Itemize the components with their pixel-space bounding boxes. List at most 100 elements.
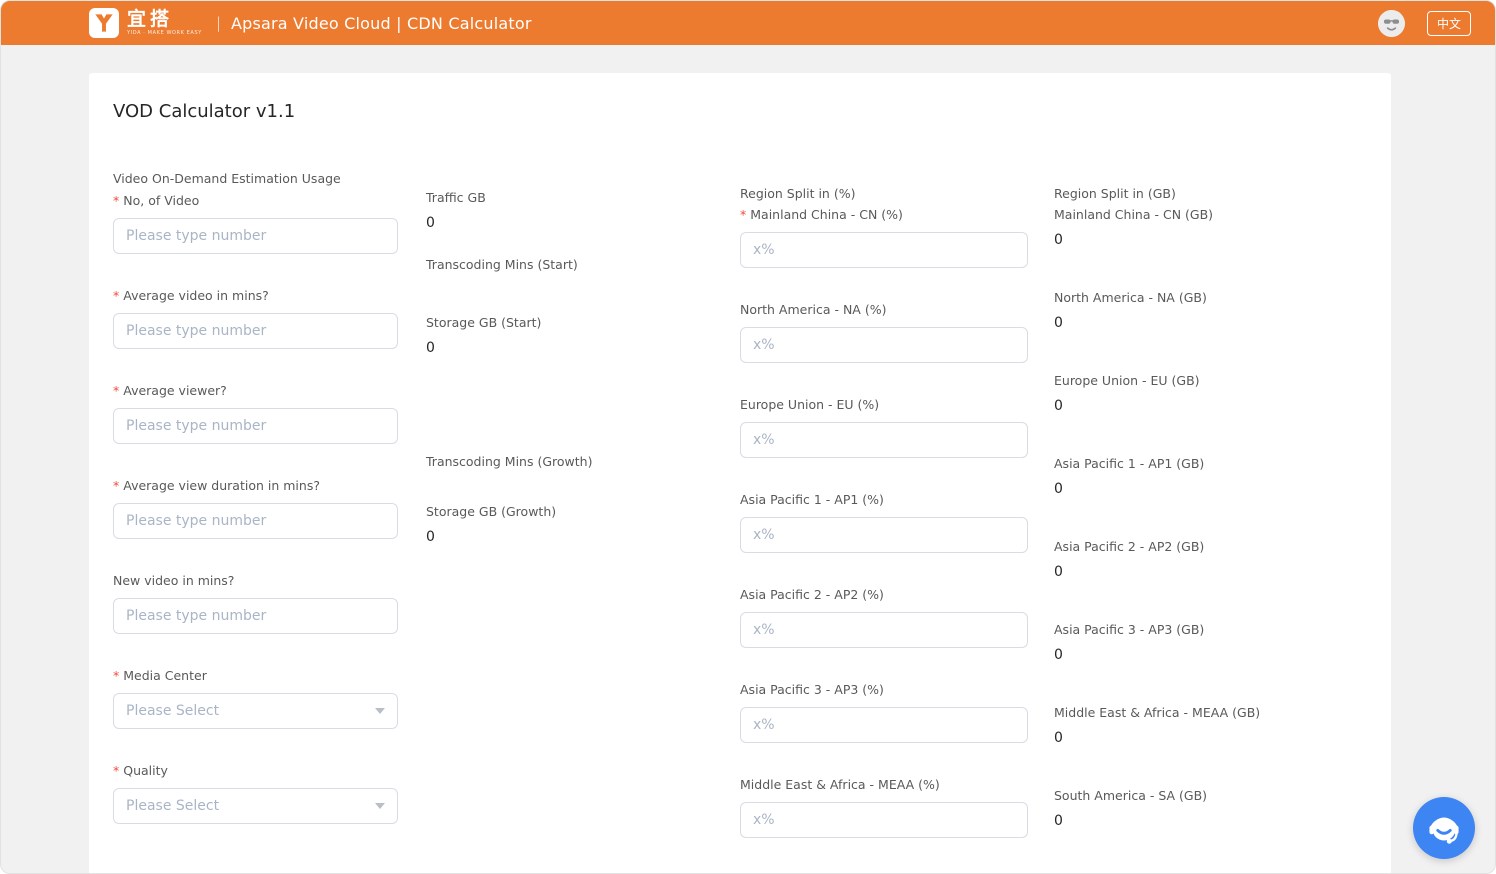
field-label: Asia Pacific 1 - AP1 (%) bbox=[740, 492, 884, 507]
region-pct-field: Middle East & Africa - MEAA (%) bbox=[740, 777, 1054, 838]
region-gb-field: Europe Union - EU (GB) 0 bbox=[1054, 373, 1367, 415]
page-body: VOD Calculator v1.1 Video On-Demand Esti… bbox=[1, 45, 1495, 873]
number-input[interactable] bbox=[113, 598, 398, 634]
user-avatar[interactable] bbox=[1377, 9, 1405, 37]
number-input[interactable] bbox=[113, 503, 398, 539]
field-label-row: North America - NA (%) bbox=[740, 302, 1054, 318]
percent-input[interactable] bbox=[740, 327, 1028, 363]
computed-label: Traffic GB bbox=[426, 190, 486, 205]
field-label: Media Center bbox=[123, 668, 207, 683]
field-label-row: Middle East & Africa - MEAA (%) bbox=[740, 777, 1054, 793]
select-dropdown[interactable]: Please Select bbox=[113, 788, 398, 824]
language-toggle-button[interactable]: 中文 bbox=[1426, 10, 1471, 36]
field-label: New video in mins? bbox=[113, 573, 235, 588]
header-right: 中文 bbox=[1377, 9, 1471, 37]
field-label: Asia Pacific 2 - AP2 (GB) bbox=[1054, 539, 1205, 554]
computed-field: Storage GB (Growth) 0 bbox=[426, 504, 740, 546]
field-label-row: * Average view duration in mins? bbox=[113, 478, 426, 494]
region-gb-header: Region Split in (GB) bbox=[1054, 186, 1176, 201]
number-input[interactable] bbox=[113, 313, 398, 349]
header-separator: | bbox=[215, 14, 221, 32]
customer-service-button[interactable] bbox=[1413, 797, 1475, 859]
field-label: South America - SA (GB) bbox=[1054, 788, 1208, 803]
yida-logo-icon[interactable] bbox=[89, 8, 119, 38]
required-asterisk: * bbox=[113, 763, 120, 778]
region-pct-field: Europe Union - EU (%) bbox=[740, 397, 1054, 458]
computed-value: 0 bbox=[1054, 564, 1063, 580]
computed-field: Traffic GB 0 bbox=[426, 190, 740, 232]
field-label-row: Europe Union - EU (%) bbox=[740, 397, 1054, 413]
form-field: * Quality Please Select bbox=[113, 763, 426, 824]
field-label-row: * No, of Video bbox=[113, 193, 426, 209]
computed-value: 0 bbox=[1054, 481, 1063, 497]
field-label-row: Asia Pacific 2 - AP2 (%) bbox=[740, 587, 1054, 603]
field-label: Asia Pacific 3 - AP3 (%) bbox=[740, 682, 884, 697]
field-label: Asia Pacific 2 - AP2 (%) bbox=[740, 587, 884, 602]
computed-value: 0 bbox=[1054, 647, 1063, 663]
number-input[interactable] bbox=[113, 408, 398, 444]
page-title: VOD Calculator v1.1 bbox=[113, 101, 296, 122]
region-pct-field: * Mainland China - CN (%) bbox=[740, 207, 1054, 268]
select-dropdown[interactable]: Please Select bbox=[113, 693, 398, 729]
computed-field: Transcoding Mins (Start) bbox=[426, 257, 740, 273]
field-label: Asia Pacific 3 - AP3 (GB) bbox=[1054, 622, 1205, 637]
required-asterisk: * bbox=[113, 478, 120, 493]
logo-tagline: YIDA · MAKE WORK EASY bbox=[127, 30, 202, 36]
form-grid: Video On-Demand Estimation Usage * No, o… bbox=[113, 170, 1367, 873]
percent-input[interactable] bbox=[740, 802, 1028, 838]
computed-value: 0 bbox=[1054, 813, 1063, 829]
region-gb-field: North America - NA (GB) 0 bbox=[1054, 290, 1367, 332]
computed-label: Storage GB (Growth) bbox=[426, 504, 557, 519]
form-field: * Average video in mins? bbox=[113, 288, 426, 349]
select-placeholder: Please Select bbox=[126, 703, 220, 719]
region-pct-field: North America - NA (%) bbox=[740, 302, 1054, 363]
region-gb-field: Middle East & Africa - MEAA (GB) 0 bbox=[1054, 705, 1367, 747]
computed-value: 0 bbox=[1054, 730, 1063, 746]
computed-value: 0 bbox=[426, 340, 435, 356]
field-label-row: Asia Pacific 1 - AP1 (%) bbox=[740, 492, 1054, 508]
chevron-down-icon bbox=[375, 708, 385, 714]
required-asterisk: * bbox=[113, 383, 120, 398]
field-label-row: * Mainland China - CN (%) bbox=[740, 207, 1054, 223]
field-label-row: * Media Center bbox=[113, 668, 426, 684]
app-window: 宜搭 YIDA · MAKE WORK EASY | Apsara Video … bbox=[0, 0, 1496, 874]
usage-inputs-column: Video On-Demand Estimation Usage * No, o… bbox=[113, 170, 426, 858]
region-gb-field: Asia Pacific 3 - AP3 (GB) 0 bbox=[1054, 622, 1367, 664]
region-gb-field: South America - SA (GB) 0 bbox=[1054, 788, 1367, 830]
field-label: Asia Pacific 1 - AP1 (GB) bbox=[1054, 456, 1205, 471]
field-label: Europe Union - EU (GB) bbox=[1054, 373, 1200, 388]
computed-field: Transcoding Mins (Growth) bbox=[426, 454, 740, 470]
header-title: Apsara Video Cloud | CDN Calculator bbox=[230, 13, 532, 33]
field-label: North America - NA (GB) bbox=[1054, 290, 1207, 305]
percent-input[interactable] bbox=[740, 232, 1028, 268]
field-label-row: Asia Pacific 3 - AP3 (%) bbox=[740, 682, 1054, 698]
logo-chinese-name: 宜搭 bbox=[127, 8, 174, 30]
region-pct-list: * Mainland China - CN (%) North America … bbox=[740, 207, 1054, 873]
computed-field: Storage GB (Start) 0 bbox=[426, 315, 740, 357]
computed-value: 0 bbox=[1054, 315, 1063, 331]
form-field: New video in mins? bbox=[113, 573, 426, 634]
percent-input[interactable] bbox=[740, 612, 1028, 648]
usage-fields-list: * No, of Video * Average video in mins? … bbox=[113, 193, 426, 824]
percent-input[interactable] bbox=[740, 422, 1028, 458]
computed-label: Storage GB (Start) bbox=[426, 315, 542, 330]
field-label: Quality bbox=[123, 763, 168, 778]
computed-value: 0 bbox=[1054, 232, 1063, 248]
region-gb-list: Mainland China - CN (GB) 0 North America… bbox=[1054, 207, 1367, 830]
computed-list: Traffic GB 0 Transcoding Mins (Start) St… bbox=[426, 190, 740, 546]
field-label-row: * Average viewer? bbox=[113, 383, 426, 399]
percent-input[interactable] bbox=[740, 707, 1028, 743]
calculator-card: VOD Calculator v1.1 Video On-Demand Esti… bbox=[89, 73, 1391, 873]
avatar-face-icon bbox=[1377, 9, 1405, 37]
field-label-row: * Average video in mins? bbox=[113, 288, 426, 304]
required-asterisk: * bbox=[740, 207, 747, 222]
region-gb-field: Mainland China - CN (GB) 0 bbox=[1054, 207, 1367, 249]
field-label: Mainland China - CN (GB) bbox=[1054, 207, 1214, 222]
field-label: Middle East & Africa - MEAA (GB) bbox=[1054, 705, 1261, 720]
percent-input[interactable] bbox=[740, 517, 1028, 553]
headset-agent-icon bbox=[1429, 817, 1459, 844]
number-input[interactable] bbox=[113, 218, 398, 254]
form-field: * No, of Video bbox=[113, 193, 426, 254]
form-field: * Average view duration in mins? bbox=[113, 478, 426, 539]
region-gb-field: Asia Pacific 1 - AP1 (GB) 0 bbox=[1054, 456, 1367, 498]
